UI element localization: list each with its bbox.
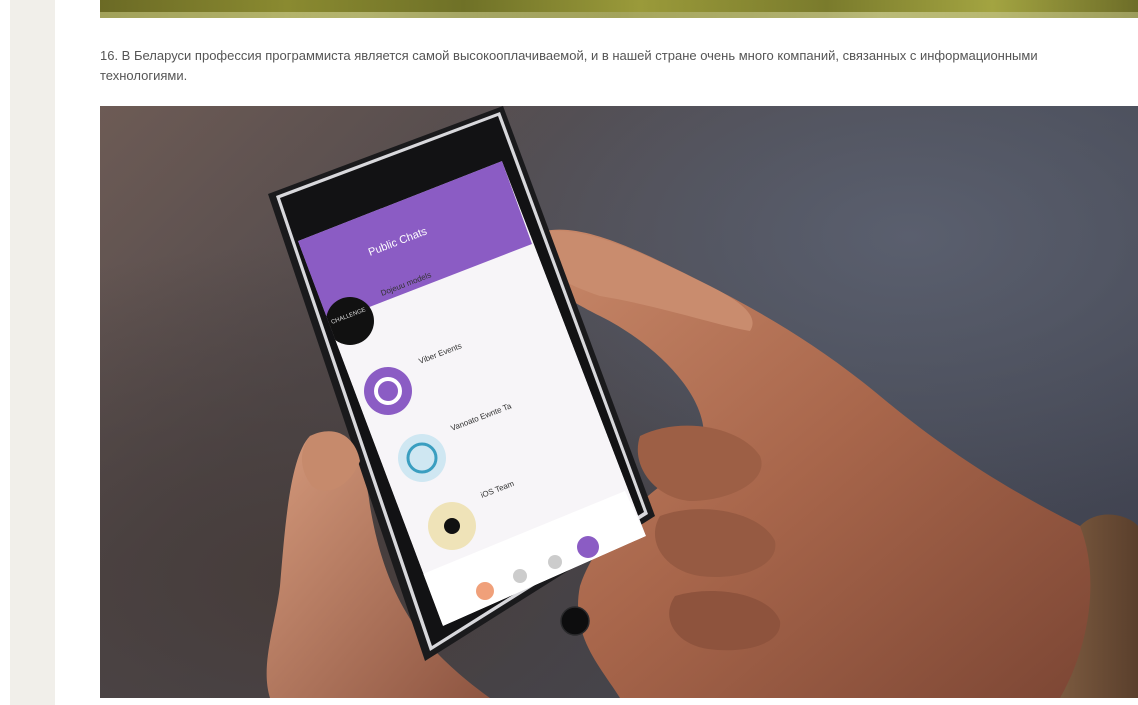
- home-button: [560, 606, 590, 636]
- photo-illustration: Public Chats CHALLENGE Dojeuu models Vib…: [266, 106, 1138, 698]
- tab-chats-icon[interactable]: [476, 582, 494, 600]
- previous-image-bottom-strip: [100, 0, 1138, 18]
- chat-avatar: [398, 434, 446, 482]
- article-photo: Public Chats CHALLENGE Dojeuu models Vib…: [100, 106, 1138, 698]
- tab-contacts-icon[interactable]: [548, 555, 562, 569]
- left-edge: [0, 0, 10, 705]
- tab-public-chats-icon[interactable]: [577, 536, 599, 558]
- apple-logo-icon: [444, 518, 460, 534]
- chat-avatar: [364, 367, 412, 415]
- article-paragraph: 16. В Беларуси профессия программиста яв…: [100, 48, 1038, 83]
- tab-calls-icon[interactable]: [513, 569, 527, 583]
